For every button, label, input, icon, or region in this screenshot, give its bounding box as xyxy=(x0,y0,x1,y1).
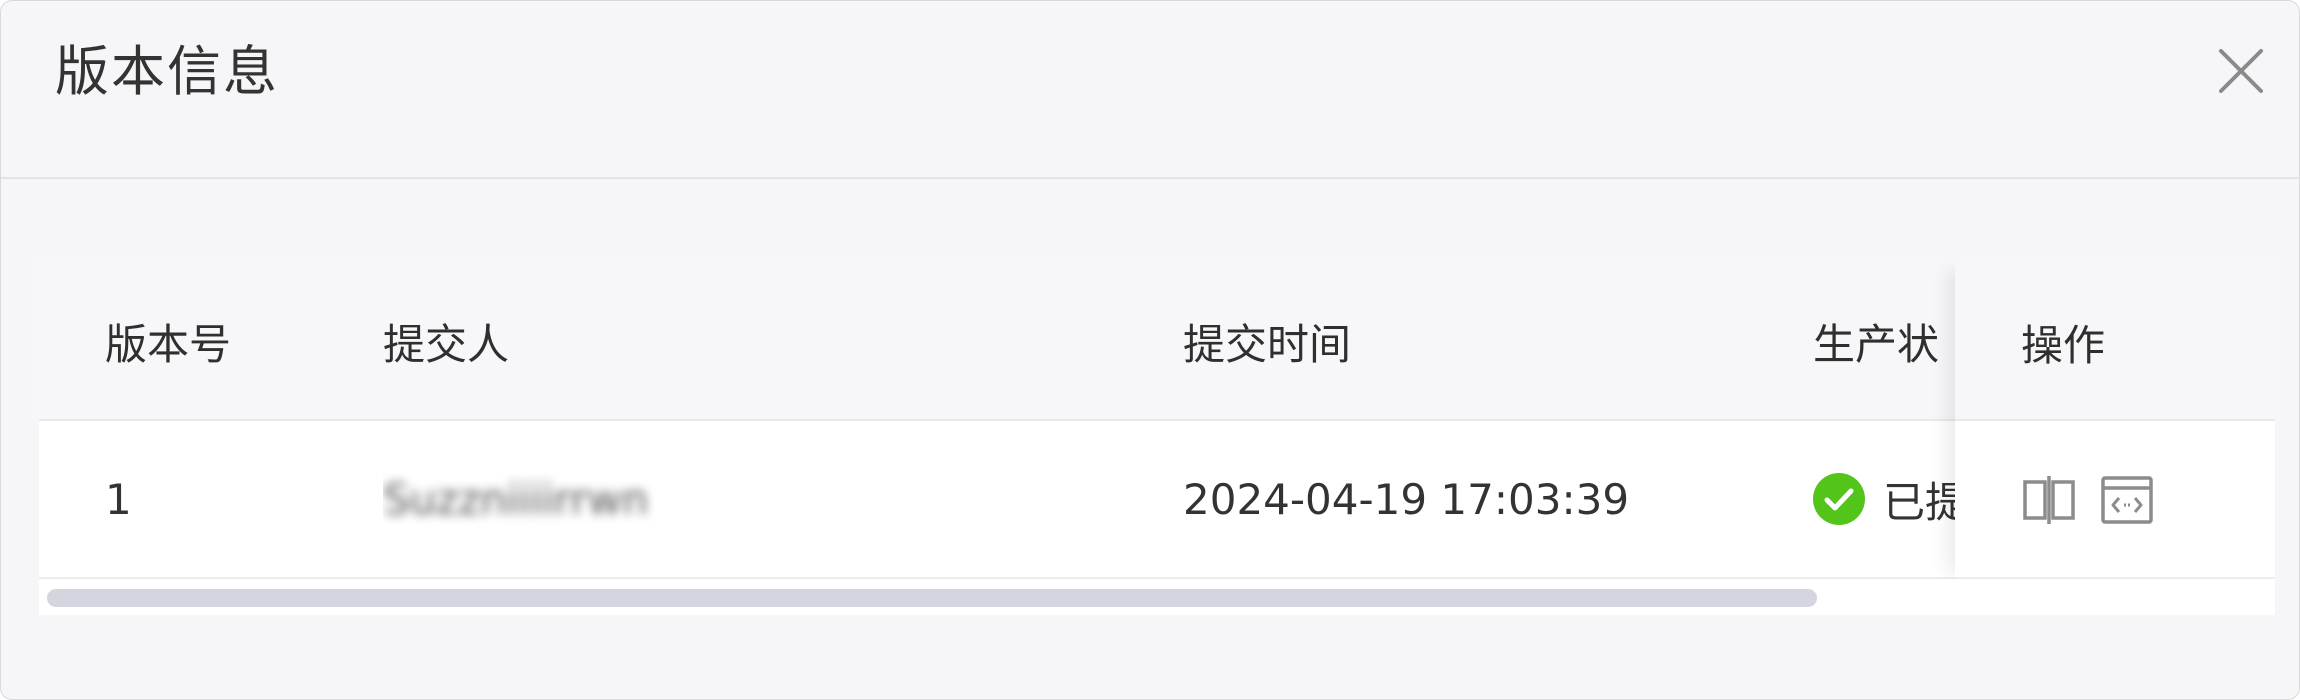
close-button[interactable] xyxy=(2211,41,2271,101)
version-info-dialog: 版本信息 版本号 提交人 提交时间 生产状 1 Suzzniiiirrwn 20… xyxy=(0,0,2300,700)
dialog-title: 版本信息 xyxy=(55,40,279,103)
compare-icon[interactable] xyxy=(2021,472,2077,528)
submit-time-cell: 2024-04-19 17:03:39 xyxy=(1183,474,1630,524)
scrollbar-thumb[interactable] xyxy=(47,589,1817,607)
dialog-header: 版本信息 xyxy=(1,1,2299,179)
actions-cell xyxy=(2021,421,2241,579)
horizontal-scrollbar[interactable] xyxy=(39,579,2275,615)
column-header-submit-time: 提交时间 xyxy=(1183,319,1352,369)
check-circle-icon xyxy=(1813,473,1865,525)
table-row: 1 Suzzniiiirrwn 2024-04-19 17:03:39 已提 xyxy=(39,421,2275,579)
code-view-icon[interactable] xyxy=(2099,472,2155,528)
version-cell: 1 xyxy=(105,474,132,524)
column-header-submitter: 提交人 xyxy=(383,319,510,369)
table-header: 版本号 提交人 提交时间 生产状 xyxy=(39,263,2275,421)
submitter-name: Suzzniiiirrwn xyxy=(383,474,649,524)
version-table: 版本号 提交人 提交时间 生产状 1 Suzzniiiirrwn 2024-04… xyxy=(39,263,2275,615)
submitter-cell: Suzzniiiirrwn xyxy=(383,421,883,577)
close-icon xyxy=(2219,49,2263,93)
column-header-version: 版本号 xyxy=(105,319,232,369)
column-header-actions: 操作 xyxy=(2021,320,2106,370)
